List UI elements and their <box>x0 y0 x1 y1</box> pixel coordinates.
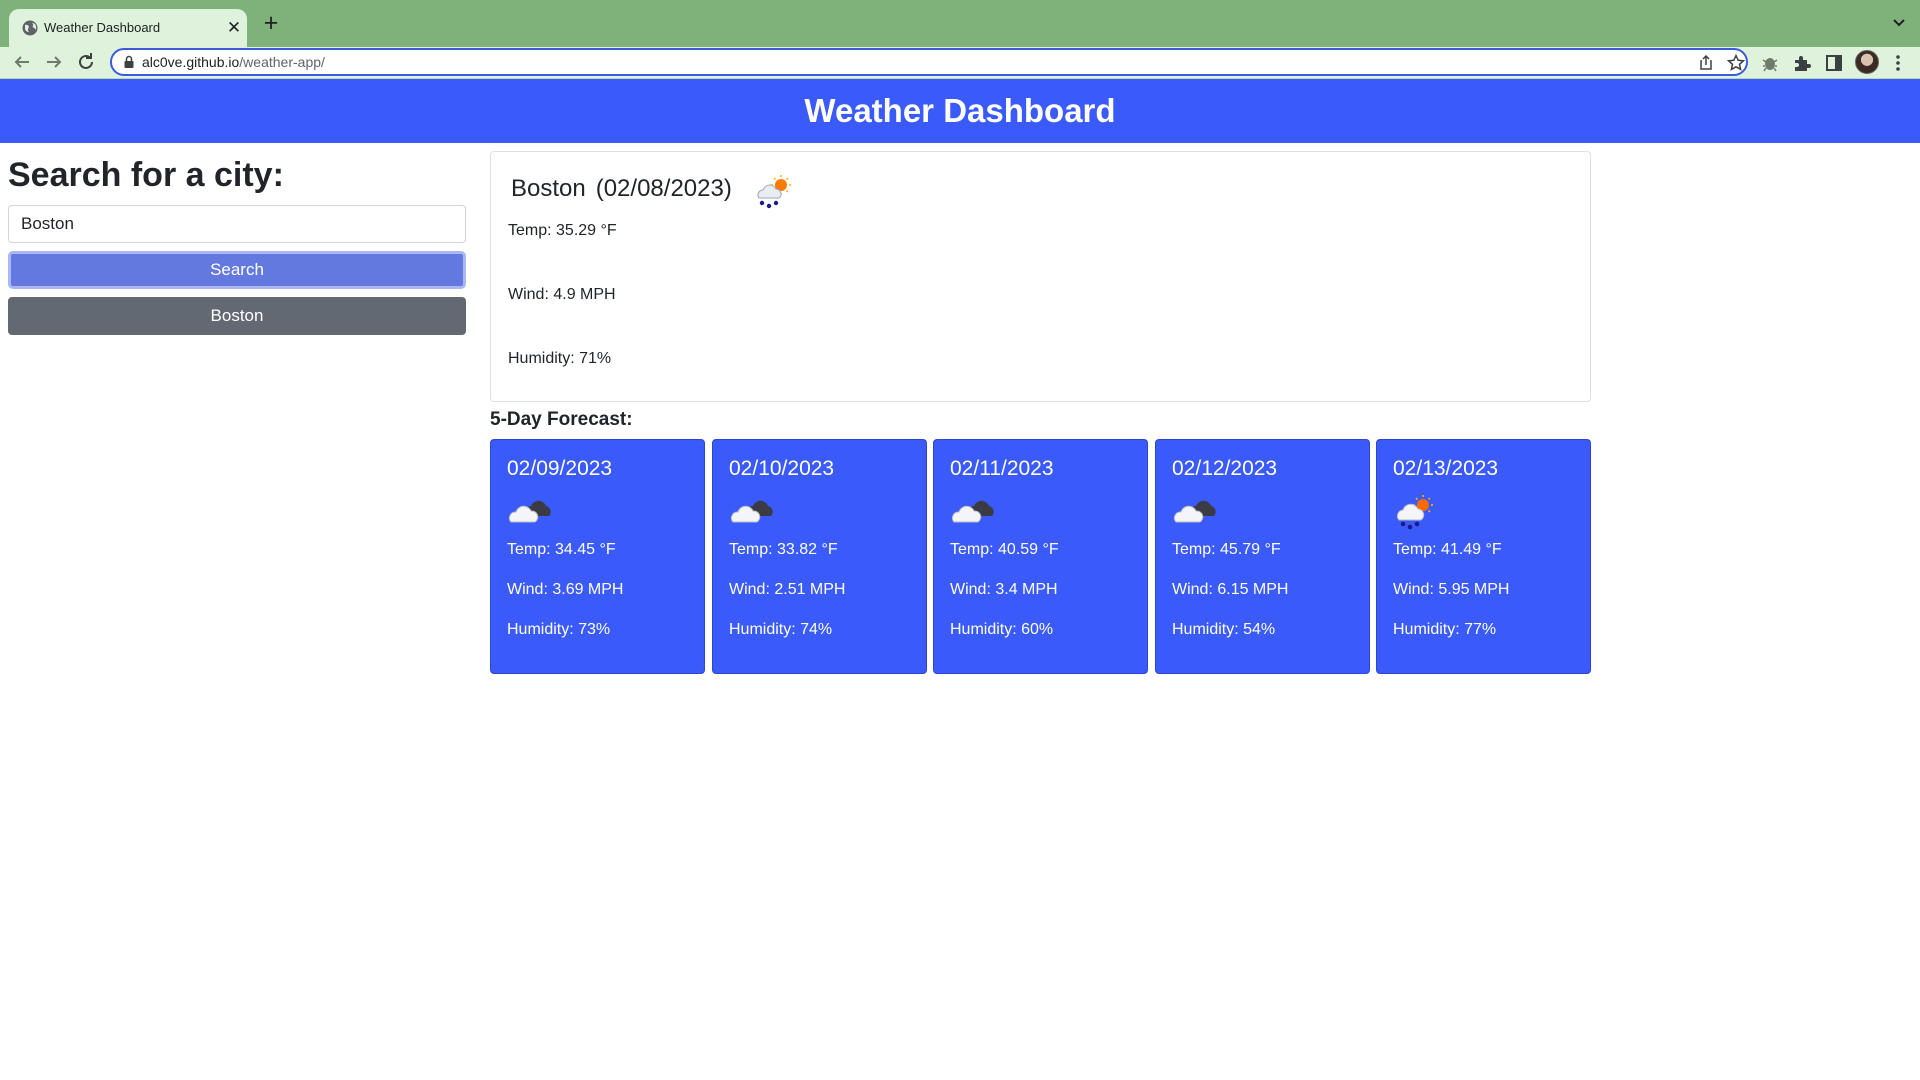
forecast-humidity: Humidity: 54% <box>1172 621 1276 638</box>
bug-extension-icon[interactable] <box>1758 51 1782 75</box>
forecast-card: 02/09/2023 Temp: 34.45 °F Wind: 3.69 MPH… <box>490 439 705 674</box>
forecast-temp: Temp: 41.49 °F <box>1393 541 1502 558</box>
forecast-date: 02/09/2023 <box>507 457 613 480</box>
url-text: alc0ve.github.io/weather-app/ <box>142 54 325 71</box>
forecast-card: 02/12/2023 Temp: 45.79 °F Wind: 6.15 MPH… <box>1155 439 1370 674</box>
forecast-date: 02/10/2023 <box>729 457 835 480</box>
forecast-card: 02/10/2023 Temp: 33.82 °F Wind: 2.51 MPH… <box>712 439 927 674</box>
forecast-date: 02/12/2023 <box>1172 457 1278 480</box>
forecast-humidity: Humidity: 60% <box>950 621 1054 638</box>
forecast-wind: Wind: 2.51 MPH <box>729 581 846 598</box>
forecast-card: 02/11/2023 Temp: 40.59 °F Wind: 3.4 MPH … <box>933 439 1148 674</box>
close-tab-icon[interactable]: ✕ <box>224 18 244 38</box>
forecast-date: 02/13/2023 <box>1393 457 1499 480</box>
forecast-temp: Temp: 34.45 °F <box>507 541 616 558</box>
current-weather-card: Boston (02/08/2023) Temp: 35.29 °F Wind: … <box>490 151 1591 402</box>
forward-arrow-icon[interactable] <box>42 50 66 74</box>
forecast-temp: Temp: 33.82 °F <box>729 541 838 558</box>
search-button[interactable]: Search <box>8 251 466 289</box>
address-bar[interactable]: alc0ve.github.io/weather-app/ <box>110 48 1748 76</box>
forecast-humidity: Humidity: 77% <box>1393 621 1497 638</box>
browser-tabstrip: Weather Dashboard ✕ + <box>0 0 1920 47</box>
forecast-card: 02/13/2023 Temp: 41.49 °F Wind: 5.95 MPH… <box>1376 439 1591 674</box>
browser-toolbar: alc0ve.github.io/weather-app/ <box>0 47 1920 79</box>
cloudy-icon <box>509 500 551 523</box>
tab-title: Weather Dashboard <box>44 20 161 35</box>
cloudy-icon <box>731 500 773 523</box>
cloudy-icon <box>1174 500 1216 523</box>
forecast-humidity: Humidity: 73% <box>507 621 611 638</box>
forecast-wind: Wind: 6.15 MPH <box>1172 581 1289 598</box>
page-title: Weather Dashboard <box>804 92 1116 129</box>
browser-tab[interactable]: Weather Dashboard ✕ <box>9 9 247 47</box>
rain-sun-icon <box>757 175 791 209</box>
lock-icon[interactable] <box>122 55 136 69</box>
url-path: /weather-app/ <box>239 54 325 70</box>
reload-icon[interactable] <box>74 50 98 74</box>
puzzle-icon[interactable] <box>1790 51 1814 75</box>
forecast-wind: Wind: 3.69 MPH <box>507 581 624 598</box>
globe-icon <box>22 20 38 36</box>
current-city-heading: Boston (02/08/2023) <box>511 174 732 204</box>
city-search-input[interactable] <box>8 205 466 243</box>
current-wind: Wind: 4.9 MPH <box>508 286 616 303</box>
page-content: Weather Dashboard Search for a city: Sea… <box>0 79 1920 1080</box>
current-humidity: Humidity: 71% <box>508 350 612 367</box>
forecast-wind: Wind: 3.4 MPH <box>950 581 1058 598</box>
url-domain: alc0ve.github.io <box>142 54 240 70</box>
more-menu-icon[interactable] <box>1886 51 1910 75</box>
share-icon[interactable] <box>1696 53 1716 73</box>
cloudy-icon <box>952 500 994 523</box>
back-arrow-icon[interactable] <box>10 50 34 74</box>
current-city-name: Boston <box>511 175 586 202</box>
app-header: Weather Dashboard <box>0 79 1920 143</box>
forecast-humidity: Humidity: 74% <box>729 621 833 638</box>
star-icon[interactable] <box>1726 53 1746 73</box>
side-panel-icon[interactable] <box>1822 51 1846 75</box>
forecast-temp: Temp: 45.79 °F <box>1172 541 1281 558</box>
current-date: (02/08/2023) <box>595 175 732 202</box>
forecast-heading: 5-Day Forecast: <box>490 409 633 430</box>
rain-sun-icon <box>1396 495 1433 530</box>
forecast-date: 02/11/2023 <box>950 457 1054 480</box>
new-tab-icon[interactable]: + <box>258 11 284 37</box>
search-heading: Search for a city: <box>8 156 284 194</box>
chevron-down-icon[interactable] <box>1888 12 1910 34</box>
forecast-wind: Wind: 5.95 MPH <box>1393 581 1510 598</box>
current-temp: Temp: 35.29 °F <box>508 222 617 239</box>
history-button-boston[interactable]: Boston <box>8 297 466 335</box>
avatar[interactable] <box>1855 50 1879 74</box>
forecast-temp: Temp: 40.59 °F <box>950 541 1059 558</box>
